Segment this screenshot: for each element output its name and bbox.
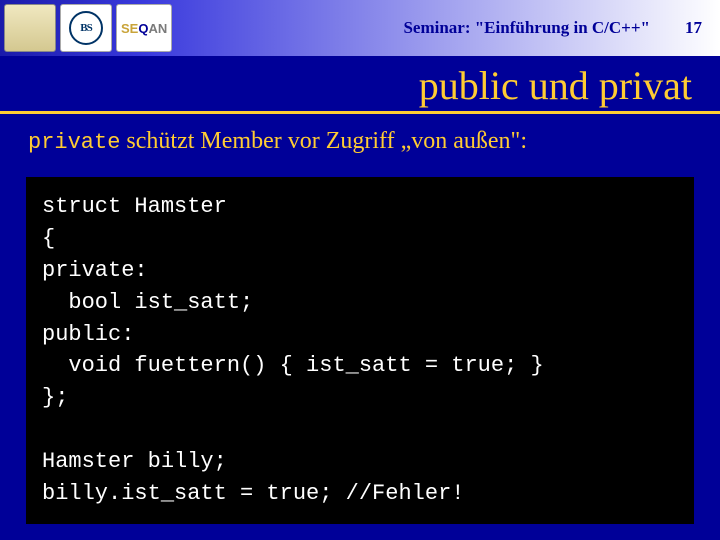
slide-title: public und privat (0, 56, 720, 111)
code-line: }; (42, 385, 68, 410)
code-block: struct Hamster { private: bool ist_satt;… (26, 177, 694, 524)
bs-logo: BS (60, 4, 112, 52)
code-line: public: (42, 322, 134, 347)
intro-rest: schützt Member vor Zugriff „von außen": (120, 128, 527, 154)
code-line: void fuettern() { ist_satt = true; } (42, 353, 544, 378)
seqan-an: AN (148, 21, 167, 36)
seqan-se: SE (121, 21, 138, 36)
intro-text: private schützt Member vor Zugriff „von … (0, 114, 720, 165)
seqan-q: Q (138, 21, 148, 36)
university-seal-logo (4, 4, 56, 52)
code-line: Hamster billy; (42, 449, 227, 474)
page-number: 17 (685, 18, 702, 38)
code-line: bool ist_satt; (42, 290, 253, 315)
bs-logo-text: BS (69, 11, 103, 45)
code-line: billy.ist_satt = true; //Fehler! (42, 481, 464, 506)
intro-keyword: private (28, 130, 120, 155)
code-line: { (42, 226, 55, 251)
logo-row: BS SEQAN (0, 4, 172, 52)
code-line: private: (42, 258, 148, 283)
header: BS SEQAN Seminar: "Einführung in C/C++" … (0, 0, 720, 56)
seminar-label: Seminar: "Einführung in C/C++" (403, 18, 650, 38)
seqan-logo: SEQAN (116, 4, 172, 52)
code-line: struct Hamster (42, 194, 227, 219)
